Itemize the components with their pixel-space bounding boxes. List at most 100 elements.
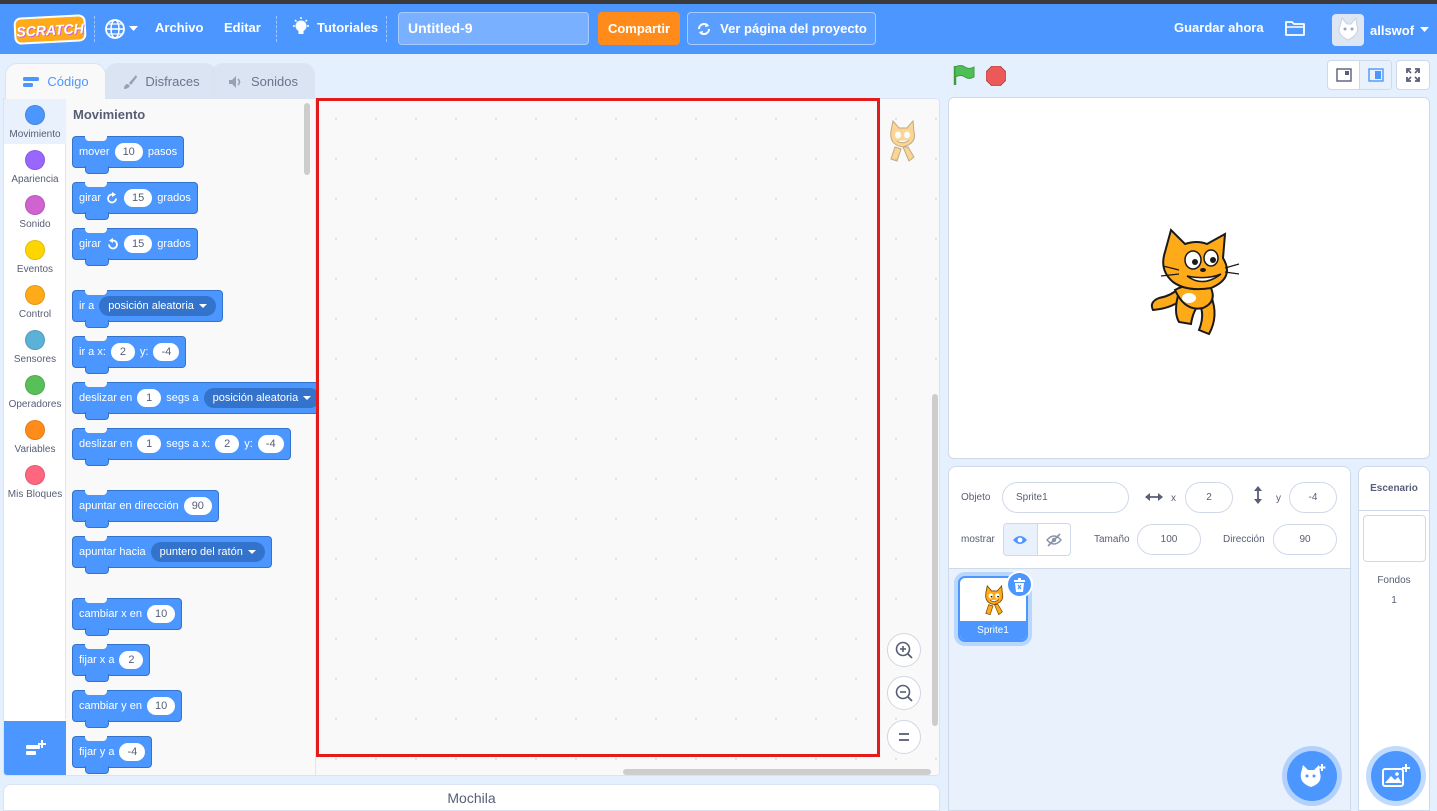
category-operators[interactable]: Operadores: [4, 369, 66, 414]
block-go-to-xy[interactable]: ir a x: 2 y: -4: [72, 336, 187, 374]
block-number-input[interactable]: 2: [215, 435, 240, 453]
stage-thumbnail[interactable]: [1363, 515, 1426, 562]
save-now-button[interactable]: Guardar ahora: [1174, 20, 1264, 35]
category-label: Operadores: [8, 399, 62, 410]
my-stuff-folder-button[interactable]: [1284, 18, 1306, 43]
block-dropdown[interactable]: posición aleatoria: [203, 388, 321, 408]
palette-scrollbar[interactable]: [304, 103, 310, 175]
block-text: fijar x a: [79, 654, 115, 666]
category-variables[interactable]: Variables: [4, 414, 66, 459]
block-change-y[interactable]: cambiar y en 10: [72, 690, 183, 728]
choose-sprite-button[interactable]: [1287, 751, 1337, 801]
equals-icon: [899, 733, 909, 741]
zoom-in-button[interactable]: [887, 633, 921, 667]
x-position-input[interactable]: 2: [1185, 482, 1233, 513]
direction-input[interactable]: 90: [1273, 524, 1337, 555]
block-point-in-direction[interactable]: apuntar en dirección 90: [72, 490, 219, 528]
chevron-down-icon: [1420, 27, 1430, 32]
block-glide-to[interactable]: deslizar en 1 segs a posición aleatoria: [72, 382, 328, 420]
menu-separator: [386, 16, 387, 42]
account-menu[interactable]: allswof: [1332, 14, 1430, 46]
stop-button[interactable]: [985, 65, 1007, 91]
block-number-input[interactable]: 15: [124, 189, 153, 207]
block-number-input[interactable]: -4: [153, 343, 180, 361]
block-move-steps[interactable]: mover 10 pasos: [72, 136, 185, 174]
category-color-dot: [25, 330, 45, 350]
block-number-input[interactable]: 15: [124, 235, 153, 253]
tutorials-button[interactable]: Tutoriales: [291, 16, 378, 38]
fullscreen-button[interactable]: [1396, 60, 1430, 90]
small-stage-button[interactable]: [1328, 61, 1359, 89]
tab-code[interactable]: Código: [5, 63, 106, 99]
block-number-input[interactable]: 2: [119, 651, 144, 669]
delete-sprite-button[interactable]: [1006, 571, 1033, 598]
green-flag-button[interactable]: [952, 64, 976, 91]
category-looks[interactable]: Apariencia: [4, 144, 66, 189]
folder-icon: [1285, 21, 1305, 36]
category-motion[interactable]: Movimiento: [4, 99, 66, 144]
category-sound[interactable]: Sonido: [4, 189, 66, 234]
block-number-input[interactable]: 1: [137, 389, 162, 407]
zoom-reset-button[interactable]: [887, 720, 921, 754]
size-input[interactable]: 100: [1137, 524, 1201, 555]
category-events[interactable]: Eventos: [4, 234, 66, 279]
stage-selector[interactable]: Escenario Fondos 1: [1358, 466, 1430, 811]
scratch-logo[interactable]: SCRATCH: [13, 14, 87, 45]
block-point-towards[interactable]: apuntar hacia puntero del ratón: [72, 536, 272, 574]
hide-sprite-button[interactable]: [1038, 524, 1071, 555]
block-number-input[interactable]: -4: [257, 435, 284, 453]
block-change-x[interactable]: cambiar x en 10: [72, 598, 183, 636]
category-label: Variables: [14, 444, 56, 455]
block-number-input[interactable]: 90: [183, 497, 212, 515]
share-button[interactable]: Compartir: [598, 12, 680, 45]
block-glide-to-xy[interactable]: deslizar en 1 segs a x: 2 y: -4: [72, 428, 291, 466]
normal-stage-button[interactable]: [1359, 61, 1391, 89]
rotate-right-icon: [107, 191, 117, 203]
block-number-input[interactable]: -4: [119, 743, 146, 761]
stage-sprite[interactable]: [1145, 226, 1241, 343]
category-label: Mis Bloques: [7, 489, 63, 500]
block-dropdown[interactable]: posición aleatoria: [99, 296, 216, 316]
block-number-input[interactable]: 10: [146, 697, 176, 715]
block-number-input[interactable]: 1: [137, 435, 162, 453]
choose-backdrop-button[interactable]: [1371, 751, 1421, 801]
edit-menu[interactable]: Editar: [224, 20, 261, 35]
sprite-name-input[interactable]: Sprite1: [1002, 482, 1129, 513]
block-number-input[interactable]: 2: [110, 343, 135, 361]
tab-sounds[interactable]: Sonidos: [211, 63, 315, 99]
block-number-input[interactable]: 10: [146, 605, 176, 623]
block-turn-right[interactable]: girar 15 grados: [72, 182, 198, 220]
horizontal-arrows-icon: [1145, 493, 1163, 501]
y-position-input[interactable]: -4: [1289, 482, 1337, 513]
backpack-header[interactable]: Mochila: [3, 784, 940, 811]
y-label: y: [1276, 493, 1281, 504]
zoom-out-button[interactable]: [887, 676, 921, 710]
category-label: Eventos: [16, 264, 54, 275]
menu-separator: [276, 16, 277, 42]
tab-costumes[interactable]: Disfraces: [105, 63, 217, 99]
language-menu[interactable]: [104, 18, 138, 40]
workspace-vertical-scrollbar[interactable]: [932, 394, 938, 726]
tab-code-label: Código: [47, 74, 89, 89]
block-set-x[interactable]: fijar x a 2: [72, 644, 151, 682]
block-set-y[interactable]: fijar y a -4: [72, 736, 153, 774]
block-text: apuntar en dirección: [79, 500, 179, 512]
stage-canvas[interactable]: [948, 97, 1430, 459]
add-extension-button[interactable]: [4, 721, 66, 775]
category-my-blocks[interactable]: Mis Bloques: [4, 459, 66, 504]
project-title-input[interactable]: Untitled-9: [398, 12, 589, 45]
block-text: segs a x:: [166, 438, 211, 450]
eye-icon: [1013, 535, 1028, 544]
script-workspace[interactable]: [316, 99, 939, 775]
category-control[interactable]: Control: [4, 279, 66, 324]
workspace-horizontal-scrollbar[interactable]: [623, 769, 931, 775]
block-go-to[interactable]: ir a posición aleatoria: [72, 290, 223, 328]
see-project-page-button[interactable]: Ver página del proyecto: [687, 12, 876, 45]
category-sensing[interactable]: Sensores: [4, 324, 66, 369]
file-menu[interactable]: Archivo: [155, 20, 203, 35]
show-sprite-button[interactable]: [1004, 524, 1038, 555]
block-turn-left[interactable]: girar 15 grados: [72, 228, 198, 266]
category-label: Apariencia: [11, 174, 59, 185]
block-number-input[interactable]: 10: [114, 143, 143, 161]
block-dropdown[interactable]: puntero del ratón: [150, 542, 265, 562]
